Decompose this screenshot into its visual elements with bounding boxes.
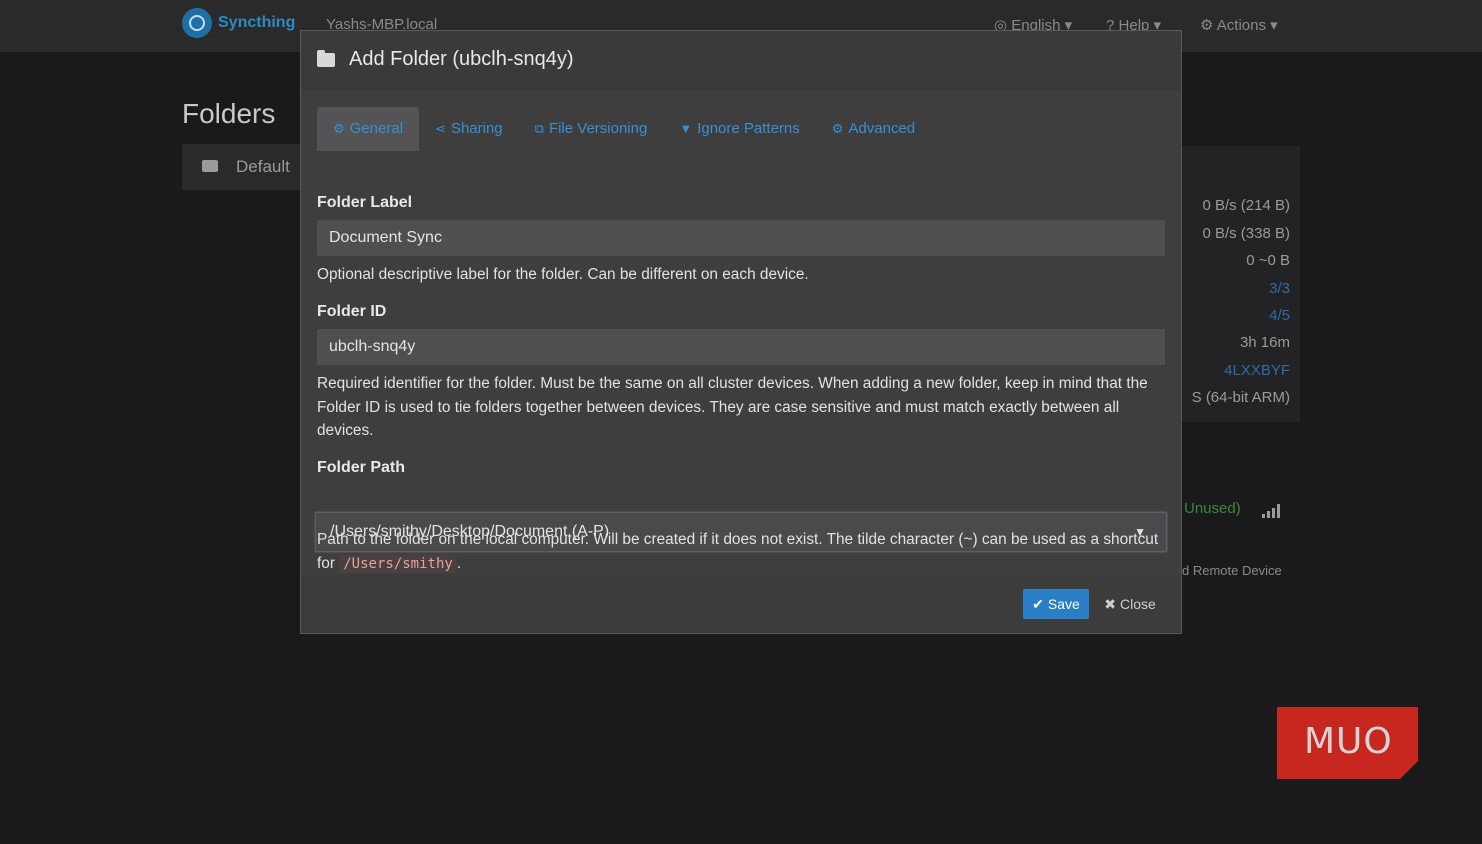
copy-icon: ⧉	[534, 121, 544, 136]
download-rate: 0 B/s (214 B)	[1202, 197, 1290, 214]
folder-path-heading: Folder Path	[317, 459, 406, 476]
version: S (64-bit ARM)	[1191, 389, 1290, 406]
signal-bars-icon	[1262, 504, 1280, 518]
brand[interactable]: Syncthing	[182, 8, 295, 38]
tab-advanced[interactable]: ⚙ Advanced	[816, 107, 931, 151]
dialog-title: Add Folder (ubclh-snq4y)	[349, 48, 574, 70]
share-icon: ⋖	[435, 121, 446, 136]
dialog-footer: ✔ Save ✖ Close	[301, 575, 1181, 633]
add-folder-dialog: Add Folder (ubclh-snq4y) ⚙ General ⋖ Sha…	[300, 30, 1182, 634]
tab-file-versioning[interactable]: ⧉ File Versioning	[519, 107, 664, 151]
check-icon: ✔	[1032, 595, 1044, 612]
uptime: 3h 16m	[1239, 334, 1290, 351]
dialog-body: ⚙ General ⋖ Sharing ⧉ File Versioning ▼ …	[301, 91, 1181, 575]
close-icon: ✖	[1104, 595, 1116, 612]
tab-sharing[interactable]: ⋖ Sharing	[419, 107, 519, 151]
folder-id-help: Required identifier for the folder. Must…	[317, 375, 1148, 439]
save-button[interactable]: ✔ Save	[1023, 589, 1089, 619]
home-path-code: /Users/smithy	[339, 554, 457, 573]
folder-icon	[202, 160, 218, 172]
add-remote-device-link[interactable]: d Remote Device	[1182, 563, 1282, 578]
tab-ignore-patterns[interactable]: ▼ Ignore Patterns	[663, 107, 815, 151]
unused-status: Unused)	[1184, 500, 1241, 517]
folder-id-heading: Folder ID	[317, 303, 387, 320]
app-screen: Syncthing Yashs-MBP.local ◎ English ▾ ? …	[0, 0, 1482, 844]
muo-watermark: MUO	[1277, 707, 1418, 779]
device-id[interactable]: 4LXXBYF	[1224, 362, 1290, 379]
dialog-header: Add Folder (ubclh-snq4y)	[301, 31, 1181, 92]
folder-label-help: Optional descriptive label for the folde…	[317, 266, 809, 283]
folder-panel-default[interactable]: Default	[182, 144, 302, 190]
upload-rate: 0 B/s (338 B)	[1202, 225, 1290, 242]
discovery[interactable]: 4/5	[1269, 307, 1290, 324]
folder-path-help: Path to the folder on the local computer…	[317, 531, 1159, 573]
brand-name: Syncthing	[218, 14, 296, 31]
syncthing-logo-icon	[182, 8, 212, 38]
folder-label-heading: Folder Label	[317, 194, 413, 211]
actions-menu[interactable]: ⚙ Actions ▾	[1200, 16, 1278, 34]
watermark-text: MUO	[1304, 721, 1393, 762]
gear-icon: ⚙	[333, 121, 345, 136]
folder-label-input[interactable]: Document Sync	[317, 220, 1165, 256]
folder-icon	[317, 50, 335, 67]
gears-icon: ⚙	[831, 121, 844, 136]
listeners[interactable]: 3/3	[1269, 280, 1290, 297]
tab-general[interactable]: ⚙ General	[317, 107, 420, 151]
folders-heading: Folders	[182, 98, 276, 129]
local-state: 0 ~0 B	[1246, 252, 1290, 269]
folder-label: Default	[236, 157, 290, 176]
close-button[interactable]: ✖ Close	[1097, 589, 1163, 619]
gear-icon: ⚙	[1200, 17, 1214, 34]
filter-icon: ▼	[679, 121, 693, 136]
folder-id-input[interactable]: ubclh-snq4y	[317, 329, 1165, 365]
tab-bar: ⚙ General ⋖ Sharing ⧉ File Versioning ▼ …	[317, 107, 931, 151]
